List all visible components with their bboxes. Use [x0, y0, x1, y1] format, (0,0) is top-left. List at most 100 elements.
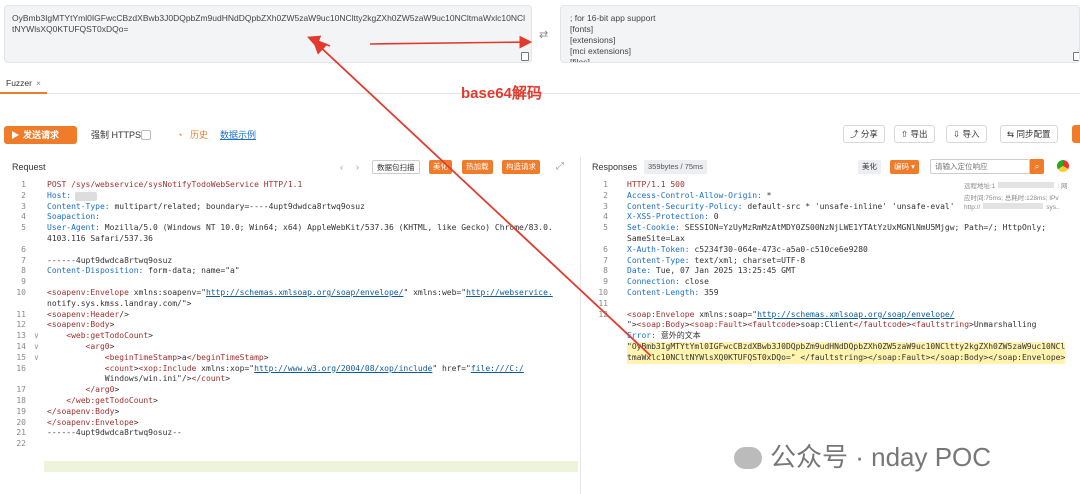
code-line: <count><xop:Include xmlns:xop="http://ww…: [104, 363, 524, 373]
code-line: Soapaction:: [47, 212, 100, 222]
line-number: 9: [603, 277, 608, 287]
code-line: <soapenv:Header/>: [47, 309, 129, 319]
chevron-right-icon[interactable]: ›: [356, 162, 359, 172]
code-line: Content-Type: multipart/related; boundar…: [47, 201, 365, 211]
code-line: Windows/win.ini"/></count>: [47, 374, 231, 384]
fold-icon[interactable]: ∨: [34, 353, 39, 364]
response-beautify-button[interactable]: 美化: [858, 160, 881, 174]
line-number: 12: [16, 320, 26, 330]
share-button[interactable]: ⤴ 分享: [843, 125, 885, 143]
chevron-down-icon: ▾: [909, 162, 915, 171]
decode-input-text: OyBmb3IgMTYtYml0IGFwcCBzdXBwb3J0DQpbZm9u…: [12, 13, 525, 34]
line-number: 13: [16, 331, 26, 341]
line-number: 11: [16, 309, 26, 319]
close-icon[interactable]: ×: [36, 78, 41, 88]
response-editor[interactable]: 1 HTTP/1.1 500 2 Access-Control-Allow-Origi…: [582, 180, 1080, 480]
code-line: 4103.116 Safari/537.36: [47, 234, 153, 243]
search-icon[interactable]: ⌕: [1030, 159, 1044, 174]
send-icon: [12, 131, 19, 139]
force-https-checkbox[interactable]: [141, 130, 151, 140]
code-line: ------4upt9dwdca8rtwq9osuz: [47, 255, 173, 265]
code-line: <beginTimeStamp>a</beginTimeStamp>: [104, 352, 269, 362]
expand-icon[interactable]: ⤢: [556, 161, 564, 172]
line-number: 16: [16, 363, 26, 373]
active-line-highlight: [44, 460, 578, 472]
toolbar-overflow[interactable]: [1072, 125, 1080, 143]
line-number: 2: [603, 190, 608, 200]
beautify-button[interactable]: 美化: [429, 160, 452, 174]
code-line: </arg0>: [85, 385, 120, 395]
line-number: 4: [603, 212, 608, 222]
send-request-button[interactable]: 发送请求: [4, 126, 77, 144]
line-number: 4: [21, 212, 26, 222]
line-number: 14: [16, 342, 26, 351]
decode-output-panel[interactable]: ; for 16-bit app support [fonts] [extens…: [560, 5, 1080, 63]
code-line: Host:: [47, 190, 72, 200]
request-editor[interactable]: 1 POST /sys/webservice/sysNotifyTodoWebSe…: [0, 180, 578, 480]
swap-icon[interactable]: ⇄: [539, 28, 548, 41]
base64-annotation: base64解码: [461, 85, 542, 102]
response-size-badge: 359bytes / 75ms: [644, 160, 708, 174]
leaked-file-content: tmaWxlc10NCltNYWlsXQ0KTUFQST0xDQo=" </fa…: [627, 352, 1066, 364]
code-line: Content-Type: text/xml; charset=UTF-8: [627, 255, 806, 265]
line-number: 18: [16, 396, 26, 405]
sync-config-button[interactable]: ⇆ 同步配置: [1000, 125, 1058, 143]
line-number: 6: [603, 244, 608, 254]
code-line: Content-Security-Policy: default-src * '…: [627, 201, 955, 211]
line-number: 5: [21, 223, 26, 233]
panel-divider[interactable]: [580, 157, 581, 494]
export-button[interactable]: ⇧ 导出: [894, 125, 935, 143]
line-number: 2: [21, 190, 26, 200]
line-number: 7: [603, 255, 608, 265]
line-number: 10: [16, 288, 26, 297]
examples-link[interactable]: 数据示例: [220, 128, 256, 142]
copy-icon[interactable]: [519, 52, 529, 64]
code-line: <web:getTodoCount>: [66, 331, 153, 341]
line-number: 5: [603, 223, 608, 233]
code-line: Connection: close: [627, 277, 709, 287]
code-line: Content-Disposition: form-data; name="a": [47, 266, 240, 276]
code-line: <soap:Envelope xmlns:soap="http://schema…: [627, 309, 955, 319]
encoding-select[interactable]: 编码 ▾: [890, 160, 919, 174]
browser-icon[interactable]: [1057, 160, 1069, 172]
import-button[interactable]: ⇩ 导入: [946, 125, 987, 143]
line-number: 17: [16, 385, 26, 395]
code-line: Content-Length: 359: [627, 288, 719, 297]
code-line: SameSite=Lax: [627, 234, 685, 243]
line-number: 21: [16, 428, 26, 438]
chevron-left-icon[interactable]: ‹: [340, 162, 343, 172]
fold-icon[interactable]: ∨: [34, 342, 39, 353]
response-search-input[interactable]: [930, 159, 1030, 174]
line-number: 10: [598, 288, 608, 297]
code-line: POST /sys/webservice/sysNotifyTodoWebSer…: [47, 180, 303, 189]
share-icon: ⤴: [850, 129, 861, 139]
code-line: <soapenv:Body>: [47, 320, 115, 330]
code-line: ------4upt9dwdca8rtwq9osuz--: [47, 428, 182, 438]
code-line: User-Agent: Mozilla/5.0 (Windows NT 10.0…: [47, 223, 553, 233]
watermark: 公众号 · nday POC: [734, 437, 991, 474]
line-number: 20: [16, 417, 26, 427]
fold-icon[interactable]: ∨: [34, 331, 39, 342]
decode-output-text: ; for 16-bit app support [fonts] [extens…: [570, 13, 656, 63]
hot-load-button[interactable]: 热加载: [462, 160, 493, 174]
tab-fuzzer[interactable]: Fuzzer ×: [0, 76, 47, 94]
line-number: 9: [21, 277, 26, 287]
code-line: HTTP/1.1 500: [627, 180, 685, 189]
history-button[interactable]: 历史: [190, 128, 208, 142]
copy-icon[interactable]: [1071, 52, 1079, 62]
code-line: <soapenv:Envelope xmlns:soapenv="http://…: [47, 288, 553, 297]
build-request-button[interactable]: 构造请求: [502, 160, 540, 174]
decode-input-panel[interactable]: OyBmb3IgMTYtYml0IGFwcCBzdXBwb3J0DQpbZm9u…: [4, 5, 532, 64]
leaked-file-content: "OyBmb3IgMTYtYml0IGFwcCBzdXBwb3J0DQpbZm9…: [627, 342, 1066, 353]
line-number: 6: [21, 244, 26, 254]
line-number: 8: [603, 266, 608, 276]
code-line: notify.sys.kmss.landray.com/">: [47, 298, 192, 308]
code-line: Date: Tue, 07 Jan 2025 13:25:45 GMT: [627, 266, 796, 276]
line-number: 22: [16, 439, 26, 449]
scan-button[interactable]: 数据包扫描: [372, 160, 420, 174]
line-number: 3: [603, 201, 608, 211]
code-line: X-XSS-Protection: 0: [627, 212, 719, 222]
response-title: Responses: [592, 162, 638, 172]
history-icon[interactable]: ◔: [177, 128, 182, 142]
line-number: 12: [598, 309, 608, 319]
